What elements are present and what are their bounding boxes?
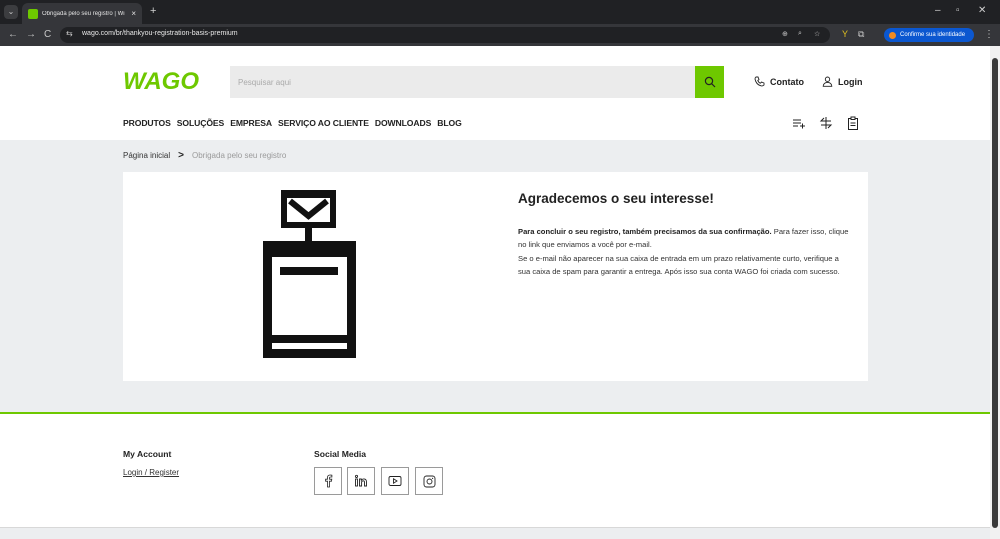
browser-tab[interactable]: Obrigada pelo seu registro | Wi × — [22, 3, 142, 24]
clipboard-icon[interactable] — [846, 116, 860, 130]
mailbox-icon — [263, 190, 356, 358]
reload-button[interactable]: C — [44, 29, 51, 41]
restore-button[interactable]: ▫ — [956, 5, 960, 17]
breadcrumb-current: Obrigada pelo seu registro — [191, 151, 287, 160]
site-footer: My Account Login / Register Social Media — [0, 414, 990, 527]
search-input[interactable] — [230, 66, 695, 98]
confirmation-card: Agradecemos o seu interesse! Para conclu… — [123, 172, 868, 381]
linkedin-icon — [354, 474, 367, 487]
contact-link[interactable]: Contato — [754, 76, 804, 87]
confirmation-message: Para concluir o seu registro, também pre… — [518, 225, 853, 278]
linkedin-button[interactable] — [347, 467, 375, 495]
identity-button[interactable]: Confirme sua identidade — [884, 28, 974, 42]
compare-icon[interactable] — [819, 116, 833, 130]
confirmation-paragraph-1: Para concluir o seu registro, também pre… — [518, 225, 853, 252]
phone-icon — [754, 76, 765, 87]
list-add-icon[interactable] — [792, 116, 806, 130]
tab-search-button[interactable]: ⌄ — [4, 5, 18, 19]
nav-item-produtos[interactable]: PRODUTOS — [123, 118, 171, 128]
breadcrumb: Página inicial > Obrigada pelo seu regis… — [123, 150, 286, 161]
facebook-icon — [325, 474, 333, 488]
profile-avatar-icon — [889, 31, 896, 39]
zoom-icon[interactable]: ⌕ — [798, 30, 802, 38]
site-info-icon[interactable]: ⇆ — [66, 29, 73, 38]
social-media-heading: Social Media — [314, 449, 367, 459]
contact-label: Contato — [770, 76, 804, 87]
confirmation-paragraph-2: Se o e-mail não aparecer na sua caixa de… — [518, 253, 840, 276]
search-bar — [230, 66, 724, 98]
footer-bottom-strip — [0, 527, 990, 539]
address-bar[interactable]: ⇆ wago.com/br/thankyou-registration-basi… — [60, 27, 830, 43]
nav-item-servico-ao-cliente[interactable]: SERVIÇO AO CLIENTE — [278, 118, 369, 128]
new-tab-button[interactable]: + — [150, 5, 156, 17]
extensions-puzzle-icon[interactable]: ⧉ — [858, 29, 864, 40]
main-navigation: PRODUTOS SOLUÇÕES EMPRESA SERVIÇO AO CLI… — [123, 118, 468, 128]
youtube-icon — [388, 476, 402, 486]
nav-item-empresa[interactable]: EMPRESA — [230, 118, 272, 128]
identity-label: Confirme sua identidade — [900, 32, 966, 38]
bookmark-star-icon[interactable]: ☆ — [814, 30, 820, 38]
my-account-heading: My Account — [123, 449, 172, 459]
tab-close-icon[interactable]: × — [131, 9, 136, 18]
browser-toolbar: ← → C ⇆ wago.com/br/thankyou-registratio… — [0, 24, 1000, 46]
search-icon — [704, 76, 715, 88]
breadcrumb-home-link[interactable]: Página inicial — [123, 151, 170, 160]
browser-tab-bar: ⌄ Obrigada pelo seu registro | Wi × + – … — [0, 0, 1000, 24]
youtube-button[interactable] — [381, 467, 409, 495]
thank-you-title: Agradecemos o seu interesse! — [518, 191, 714, 206]
minimize-button[interactable]: – — [935, 5, 941, 17]
logo-text: WAGO — [123, 69, 199, 91]
facebook-button[interactable] — [314, 467, 342, 495]
wago-favicon-icon — [28, 8, 38, 19]
login-link[interactable]: Login — [822, 76, 863, 87]
translate-icon[interactable]: ⊕ — [782, 30, 788, 38]
main-content: Página inicial > Obrigada pelo seu regis… — [0, 140, 990, 412]
back-button[interactable]: ← — [8, 29, 18, 41]
scrollbar-thumb[interactable] — [992, 58, 998, 528]
confirmation-bold-lead: Para concluir o seu registro, também pre… — [518, 227, 772, 236]
login-label: Login — [838, 76, 863, 87]
tab-title: Obrigada pelo seu registro | Wi — [42, 10, 125, 17]
nav-item-solucoes[interactable]: SOLUÇÕES — [177, 118, 225, 128]
login-register-link[interactable]: Login / Register — [123, 468, 179, 477]
url-text: wago.com/br/thankyou-registration-basis-… — [82, 30, 238, 37]
instagram-icon — [423, 475, 435, 487]
wago-logo[interactable]: WAGO — [123, 69, 209, 91]
nav-item-downloads[interactable]: DOWNLOADS — [375, 118, 431, 128]
breadcrumb-separator-icon: > — [178, 150, 184, 161]
close-window-button[interactable]: ✕ — [978, 5, 986, 17]
user-icon — [822, 76, 833, 87]
site-header: WAGO Contato Login PRODUTOS SOLUÇÕES EMP… — [0, 46, 990, 140]
instagram-button[interactable] — [415, 467, 443, 495]
page-scrollbar[interactable] — [990, 46, 1000, 539]
forward-button[interactable]: → — [26, 29, 36, 41]
browser-menu-icon[interactable]: ⋮ — [984, 29, 994, 40]
nav-item-blog[interactable]: BLOG — [437, 118, 462, 128]
extension-y-icon[interactable]: Y — [842, 29, 848, 39]
search-button[interactable] — [695, 66, 724, 98]
